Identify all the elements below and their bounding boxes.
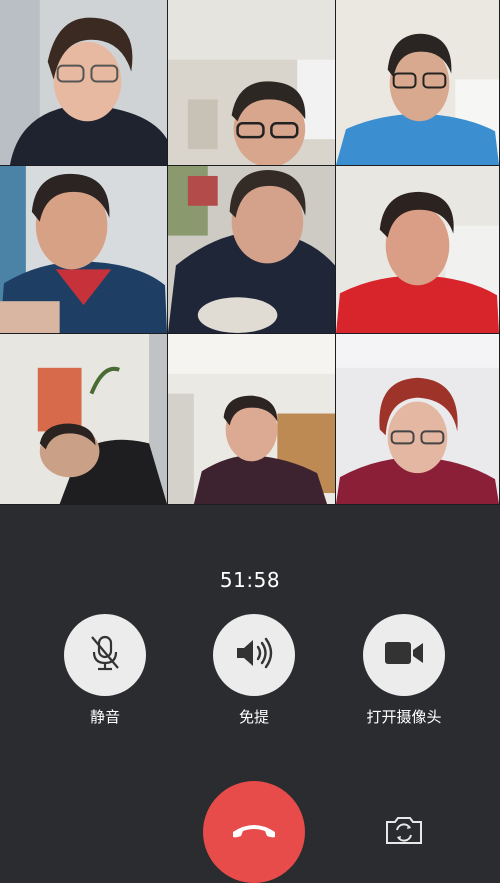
participant-grid — [0, 0, 500, 505]
mute-button[interactable] — [64, 614, 146, 696]
participant-video-3[interactable] — [336, 0, 500, 166]
speaker-control: 免提 — [189, 614, 319, 727]
participant-video-9[interactable] — [336, 334, 500, 505]
call-timer: 51:58 — [219, 568, 281, 592]
camera-flip-button[interactable] — [383, 814, 425, 850]
hangup-button[interactable] — [203, 781, 305, 883]
speaker-label: 免提 — [238, 708, 269, 726]
speaker-icon — [234, 636, 274, 674]
mic-off-icon — [88, 634, 122, 676]
mute-label: 静音 — [89, 708, 120, 726]
camera-button[interactable] — [363, 614, 445, 696]
participant-video-1[interactable] — [0, 0, 168, 166]
participant-video-2[interactable] — [168, 0, 336, 166]
participant-video-8[interactable] — [168, 334, 336, 505]
mute-control: 静音 — [40, 614, 170, 727]
video-call-screen: 51:58 静音 免提 打开摄像头 — [0, 0, 500, 883]
participant-video-7[interactable] — [0, 334, 168, 505]
phone-hangup-icon — [230, 820, 278, 844]
camera-label: 打开摄像头 — [366, 708, 442, 726]
participant-video-5[interactable] — [168, 166, 336, 334]
camera-flip-icon — [385, 815, 423, 849]
camera-control: 打开摄像头 — [339, 614, 469, 727]
video-camera-icon — [383, 639, 425, 671]
participant-video-4[interactable] — [0, 166, 168, 334]
speaker-button[interactable] — [213, 614, 295, 696]
participant-video-6[interactable] — [336, 166, 500, 334]
